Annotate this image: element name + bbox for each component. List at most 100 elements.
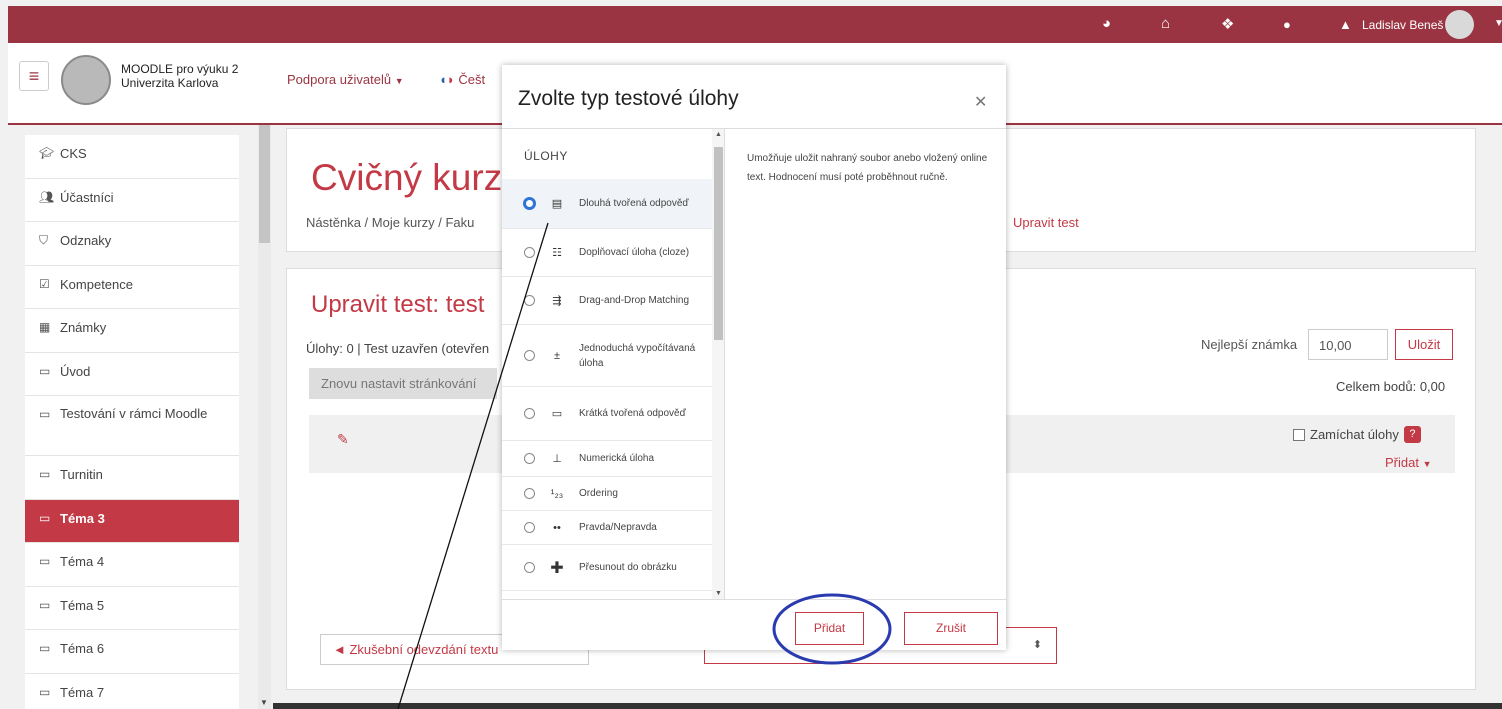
shuffle-control: Zamíchat úlohy ? <box>1293 426 1421 443</box>
sidebar-item-label: Testování v rámci Moodle <box>60 406 208 421</box>
sidebar-item-badges[interactable]: ⛉ Odznaky <box>25 222 239 266</box>
courses-icon[interactable]: ❖ <box>1221 15 1234 33</box>
sidebar-item-participants[interactable]: 👥︎ Účastníci <box>25 178 239 222</box>
radio-button[interactable] <box>524 408 535 419</box>
close-icon[interactable]: ✕ <box>974 92 987 112</box>
dialog-title: Zvolte typ testové úlohy <box>518 87 739 110</box>
support-menu[interactable]: Podpora uživatelů ▼ <box>287 72 404 87</box>
users-icon: 👥︎ <box>39 189 55 204</box>
best-grade-label: Nejlepší známka <box>1201 337 1298 352</box>
scroll-down-icon[interactable]: ▼ <box>260 698 268 707</box>
question-type-true-false[interactable]: •• Pravda/Nepravda <box>502 511 712 545</box>
sidebar-item-topic-6[interactable]: ▭ Téma 6 <box>25 630 239 674</box>
option-label: Ordering <box>579 488 618 499</box>
radio-button[interactable] <box>524 488 535 499</box>
sidebar-scrollbar-thumb[interactable] <box>259 125 270 243</box>
save-button[interactable]: Uložit <box>1395 329 1453 360</box>
pencil-icon[interactable]: ✎ <box>337 431 349 448</box>
dialog-footer: Přidat Zrušit <box>502 599 1006 650</box>
question-type-drag-to-image[interactable]: ✚ Přesunout do obrázku <box>502 545 712 591</box>
university-logo[interactable] <box>61 55 111 105</box>
cancel-button[interactable]: Zrušit <box>904 612 998 645</box>
graduation-cap-icon: 🎓︎ <box>39 146 55 160</box>
add-menu[interactable]: Přidat ▼ <box>1385 455 1432 470</box>
essay-icon: ▤ <box>551 198 563 210</box>
user-menu-chevron-icon[interactable]: ▼ <box>1494 18 1502 29</box>
sidebar-item-grades[interactable]: ▦ Známky <box>25 309 239 353</box>
radio-button[interactable] <box>524 295 535 306</box>
sidebar-item-label: Téma 4 <box>60 554 105 569</box>
question-type-short-answer[interactable]: ▭ Krátká tvořená odpověď <box>502 387 712 441</box>
add-button[interactable]: Přidat <box>795 612 864 645</box>
radio-button[interactable] <box>524 453 535 464</box>
shuffle-checkbox[interactable] <box>1293 428 1305 441</box>
radio-button[interactable] <box>524 522 535 533</box>
support-menu-label: Podpora uživatelů <box>287 72 392 87</box>
question-type-dialog: Zvolte typ testové úlohy ✕ ÚLOHY ▤ Dlouh… <box>502 65 1006 650</box>
language-label: Češt <box>458 72 486 87</box>
question-type-list: ÚLOHY ▤ Dlouhá tvořená odpověď ☷ Doplňov… <box>502 129 712 591</box>
scroll-up-icon[interactable]: ▲ <box>715 131 722 138</box>
sidebar-item-label: Úvod <box>60 363 91 379</box>
dialog-header: Zvolte typ testové úlohy ✕ <box>502 65 1006 129</box>
question-type-calculated-simple[interactable]: ± Jednoduchá vypočítávaná úloha <box>502 325 712 387</box>
shuffle-label: Zamíchat úlohy <box>1310 427 1399 442</box>
option-label: Jednoduchá vypočítávaná úloha <box>579 342 696 369</box>
drag-to-image-icon: ✚ <box>550 559 564 577</box>
sidebar-item-label: Odznaky <box>60 233 112 248</box>
menu-toggle-button[interactable]: ≡ <box>19 61 49 91</box>
course-sidebar: 🎓︎ CKS 👥︎ Účastníci ⛉ Odznaky ☑ Kompetence ▦… <box>25 135 239 709</box>
short-answer-icon: ▭ <box>551 408 563 420</box>
sidebar-item-topic-3[interactable]: ▭ Téma 3 <box>25 499 239 543</box>
radio-button[interactable] <box>524 247 535 258</box>
site-brand[interactable]: MOODLE pro výuku 2 Univerzita Karlova <box>121 62 238 90</box>
help-icon[interactable]: ? <box>1403 426 1421 443</box>
repaginate-button[interactable]: Znovu nastavit stránkování <box>309 368 497 399</box>
option-label: Pravda/Nepravda <box>579 522 657 533</box>
bell-icon[interactable]: ▲ <box>1339 17 1352 32</box>
question-type-list-panel: ÚLOHY ▤ Dlouhá tvořená odpověď ☷ Doplňov… <box>502 129 725 599</box>
sidebar-scrollbar[interactable]: ▼ <box>258 125 271 709</box>
sidebar-item-topic-5[interactable]: ▭ Téma 5 <box>25 586 239 630</box>
list-section-header: ÚLOHY <box>524 149 568 163</box>
calculated-simple-icon: ± <box>553 349 561 362</box>
sidebar-item-cks[interactable]: 🎓︎ CKS <box>25 135 239 179</box>
brand-line-2: Univerzita Karlova <box>121 76 219 90</box>
avatar[interactable] <box>1445 10 1474 39</box>
question-type-essay[interactable]: ▤ Dlouhá tvořená odpověď <box>502 179 712 229</box>
sidebar-item-competencies[interactable]: ☑ Kompetence <box>25 265 239 309</box>
quiz-info: Úlohy: 0 | Test uzavřen (otevřen <box>306 341 490 356</box>
breadcrumb[interactable]: Nástěnka / Moje kurzy / Faku <box>306 215 474 230</box>
brand-line-1: MOODLE pro výuku 2 <box>121 62 239 76</box>
sidebar-item-testing[interactable]: ▭ Testování v rámci Moodle <box>25 396 239 456</box>
option-label: Doplňovací úloha (cloze) <box>579 247 690 258</box>
sidebar-item-turnitin[interactable]: ▭ Turnitin <box>25 456 239 500</box>
page-footer <box>273 703 1502 709</box>
option-label: Krátká tvořená odpověď <box>579 408 686 419</box>
best-grade-input[interactable]: 10,00 <box>1308 329 1388 360</box>
question-type-ordering[interactable]: ¹₂₃ Ordering <box>502 477 712 511</box>
folder-icon: ▭ <box>39 510 51 525</box>
dashboard-icon[interactable]: ◕ <box>1102 15 1111 32</box>
list-scrollbar[interactable]: ▲ ▼ <box>712 129 724 599</box>
question-type-drag-drop-matching[interactable]: ⇶ Drag-and-Drop Matching <box>502 277 712 325</box>
scroll-down-icon[interactable]: ▼ <box>715 590 722 597</box>
sidebar-item-topic-7[interactable]: ▭ Téma 7 <box>25 673 239 709</box>
chat-icon[interactable]: ● <box>1283 17 1291 32</box>
radio-button[interactable] <box>524 562 535 573</box>
sidebar-item-intro[interactable]: ▭ Úvod <box>25 352 239 396</box>
question-type-numerical[interactable]: ⊥ Numerická úloha <box>502 441 712 477</box>
language-menu[interactable]: ◖◗ Češt <box>439 72 485 87</box>
user-name[interactable]: Ladislav Beneš <box>1362 18 1443 32</box>
list-scrollbar-thumb[interactable] <box>714 147 723 340</box>
sidebar-item-label: Turnitin <box>60 467 103 482</box>
page-title: Cvičný kurz p <box>311 157 534 198</box>
radio-button[interactable] <box>523 197 536 210</box>
top-bar: ◕ ⌂ ❖ ● ▲ Ladislav Beneš ▼ <box>8 6 1502 43</box>
radio-button[interactable] <box>524 350 535 361</box>
folder-icon: ▭ <box>39 554 51 568</box>
question-type-cloze[interactable]: ☷ Doplňovací úloha (cloze) <box>502 229 712 277</box>
sidebar-item-topic-4[interactable]: ▭ Téma 4 <box>25 543 239 587</box>
breadcrumb-current[interactable]: Upravit test <box>1013 215 1079 230</box>
home-icon[interactable]: ⌂ <box>1161 15 1170 32</box>
